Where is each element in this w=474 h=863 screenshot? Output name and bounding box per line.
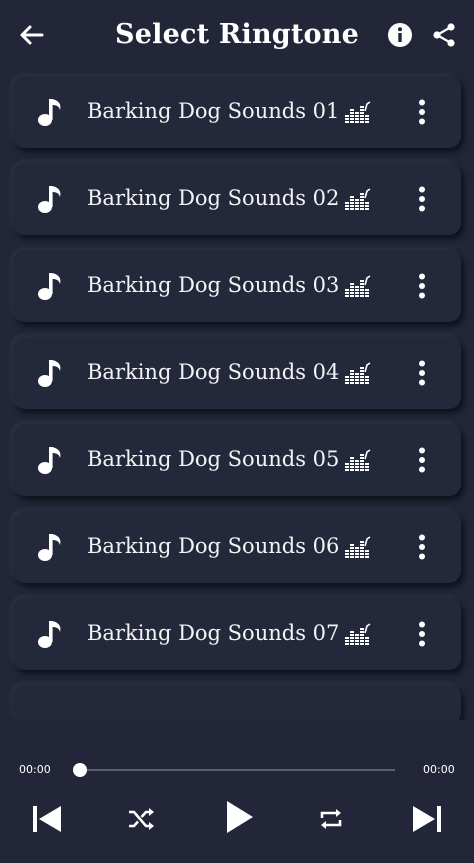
more-vertical-icon <box>419 186 425 212</box>
total-time: 00:00 <box>423 763 455 776</box>
ringtone-item-7[interactable]: Barking Dog Sounds 07 <box>13 598 461 670</box>
more-options-button[interactable] <box>409 179 435 219</box>
ringtone-label: Barking Dog Sounds 07 <box>87 621 340 645</box>
ringtone-label: Barking Dog Sounds 05 <box>87 447 340 471</box>
music-note-icon <box>38 273 61 300</box>
music-note-icon <box>38 534 61 561</box>
info-button[interactable] <box>386 21 414 49</box>
info-icon <box>388 23 412 47</box>
more-options-button[interactable] <box>409 614 435 654</box>
music-note-icon <box>38 186 61 213</box>
more-vertical-icon <box>419 534 425 560</box>
player-bar: 00:00 00:00 <box>0 720 474 863</box>
skip-previous-icon <box>33 806 61 832</box>
ringtone-item-5[interactable]: Barking Dog Sounds 05 <box>13 424 461 496</box>
equalizer-icon[interactable] <box>345 449 371 471</box>
ringtone-item-6[interactable]: Barking Dog Sounds 06 <box>13 511 461 583</box>
equalizer-icon[interactable] <box>345 101 371 123</box>
equalizer-icon[interactable] <box>345 275 371 297</box>
ringtone-item-1[interactable]: Barking Dog Sounds 01 <box>13 76 461 148</box>
more-options-button[interactable] <box>409 353 435 393</box>
repeat-button[interactable] <box>314 802 348 836</box>
play-button[interactable] <box>218 796 260 838</box>
next-button[interactable] <box>408 800 446 838</box>
more-vertical-icon <box>419 273 425 299</box>
ringtone-item-3[interactable]: Barking Dog Sounds 03 <box>13 250 461 322</box>
ringtone-label: Barking Dog Sounds 04 <box>87 360 340 384</box>
music-note-icon <box>38 360 61 387</box>
ringtone-item-2[interactable]: Barking Dog Sounds 02 <box>13 163 461 235</box>
equalizer-icon[interactable] <box>345 188 371 210</box>
equalizer-icon[interactable] <box>345 623 371 645</box>
more-vertical-icon <box>419 447 425 473</box>
music-note-icon <box>38 99 61 126</box>
ringtone-item-4[interactable]: Barking Dog Sounds 04 <box>13 337 461 409</box>
more-options-button[interactable] <box>409 266 435 306</box>
current-time: 00:00 <box>19 763 51 776</box>
ringtone-label: Barking Dog Sounds 02 <box>87 186 340 210</box>
shuffle-button[interactable] <box>124 802 158 836</box>
more-vertical-icon <box>419 99 425 125</box>
more-vertical-icon <box>419 360 425 386</box>
repeat-icon <box>320 809 342 829</box>
app-header: Select Ringtone <box>0 0 474 72</box>
previous-button[interactable] <box>28 800 66 838</box>
ringtone-item-partial[interactable] <box>13 685 461 725</box>
equalizer-icon[interactable] <box>345 362 371 384</box>
more-vertical-icon <box>419 621 425 647</box>
play-icon <box>227 801 253 833</box>
more-options-button[interactable] <box>409 92 435 132</box>
ringtone-label: Barking Dog Sounds 03 <box>87 273 340 297</box>
share-button[interactable] <box>429 20 459 50</box>
music-note-icon <box>38 621 61 648</box>
shuffle-icon <box>129 808 154 830</box>
ringtone-label: Barking Dog Sounds 01 <box>87 99 340 123</box>
music-note-icon <box>38 447 61 474</box>
equalizer-icon[interactable] <box>345 536 371 558</box>
share-icon <box>433 23 455 47</box>
seek-track[interactable] <box>80 769 395 771</box>
seek-thumb[interactable] <box>73 763 87 777</box>
more-options-button[interactable] <box>409 527 435 567</box>
ringtone-label: Barking Dog Sounds 06 <box>87 534 340 558</box>
more-options-button[interactable] <box>409 440 435 480</box>
skip-next-icon <box>413 806 441 832</box>
